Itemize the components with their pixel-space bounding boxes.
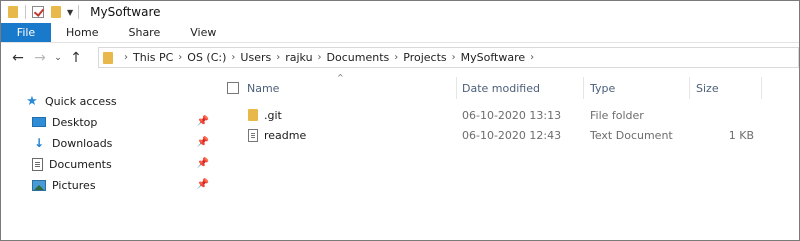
column-divider[interactable] bbox=[689, 77, 690, 99]
text-document-icon bbox=[248, 125, 258, 145]
breadcrumb-projects[interactable]: Projects bbox=[403, 51, 446, 64]
sidebar-item-pictures[interactable]: Pictures 📌 bbox=[32, 175, 215, 195]
breadcrumb-separator[interactable]: › bbox=[231, 52, 235, 63]
breadcrumb-separator[interactable]: › bbox=[530, 52, 534, 63]
sidebar-item-label: Pictures bbox=[52, 178, 96, 192]
column-divider[interactable] bbox=[456, 77, 457, 99]
tab-file[interactable]: File bbox=[1, 23, 51, 42]
column-header-name[interactable]: Name bbox=[247, 77, 447, 99]
tab-view[interactable]: View bbox=[175, 23, 231, 42]
breadcrumb-separator[interactable]: › bbox=[452, 52, 456, 63]
toolbar-divider bbox=[25, 5, 26, 19]
breadcrumb-rajku[interactable]: rajku bbox=[285, 51, 312, 64]
file-size bbox=[696, 105, 754, 125]
sidebar-item-label: Quick access bbox=[45, 94, 117, 108]
file-size: 1 KB bbox=[728, 128, 754, 142]
file-explorer-window: ▼ MySoftware File Home Share View ← → ⌄ … bbox=[0, 0, 800, 241]
breadcrumb-separator[interactable]: › bbox=[276, 52, 280, 63]
column-divider[interactable] bbox=[583, 77, 584, 99]
downloads-icon: ↓ bbox=[33, 136, 45, 150]
pictures-icon bbox=[32, 179, 46, 191]
file-type: File folder bbox=[590, 108, 644, 122]
new-folder-icon[interactable] bbox=[49, 5, 63, 19]
navigation-bar: ← → ⌄ ↑ › This PC › OS (C:) › Users › ra… bbox=[1, 45, 799, 71]
table-row[interactable]: .git 06-10-2020 13:13 File folder bbox=[216, 105, 799, 125]
address-bar[interactable]: › This PC › OS (C:) › Users › rajku › Do… bbox=[98, 47, 799, 68]
file-list: ^ Name Date modified Type Size .git 06-1… bbox=[216, 71, 799, 237]
recent-locations-chevron-icon[interactable]: ⌄ bbox=[51, 53, 65, 63]
file-date-modified: 06-10-2020 13:13 bbox=[462, 108, 562, 122]
column-header-size[interactable]: Size bbox=[696, 77, 756, 99]
sidebar-item-label: Downloads bbox=[52, 136, 113, 150]
folder-icon bbox=[248, 105, 258, 125]
table-row[interactable]: readme 06-10-2020 12:43 Text Document 1 … bbox=[216, 125, 799, 145]
properties-check-icon[interactable] bbox=[31, 5, 45, 19]
file-name[interactable]: readme bbox=[264, 125, 306, 145]
pin-icon: 📌 bbox=[196, 137, 209, 148]
up-arrow-icon[interactable]: ↑ bbox=[65, 50, 87, 66]
breadcrumb-separator: › bbox=[124, 52, 128, 63]
pin-icon: 📌 bbox=[196, 179, 209, 190]
folder-icon[interactable] bbox=[6, 5, 20, 19]
select-all-checkbox[interactable] bbox=[227, 82, 239, 94]
tab-share[interactable]: Share bbox=[113, 23, 175, 42]
breadcrumb-documents[interactable]: Documents bbox=[327, 51, 390, 64]
file-type: Text Document bbox=[590, 128, 673, 142]
column-header-row: Name Date modified Type Size bbox=[216, 77, 799, 99]
sidebar-item-documents[interactable]: Documents 📌 bbox=[32, 154, 215, 174]
address-folder-icon bbox=[103, 51, 113, 64]
title-bar: ▼ MySoftware bbox=[1, 1, 799, 23]
pin-icon: 📌 bbox=[196, 116, 209, 127]
column-header-date-modified[interactable]: Date modified bbox=[462, 77, 582, 99]
file-name[interactable]: .git bbox=[264, 105, 282, 125]
column-divider[interactable] bbox=[761, 77, 762, 99]
breadcrumb-mysoftware[interactable]: MySoftware bbox=[461, 51, 526, 64]
sidebar-item-label: Desktop bbox=[52, 115, 98, 129]
breadcrumb-separator[interactable]: › bbox=[318, 52, 322, 63]
breadcrumb-this-pc[interactable]: This PC bbox=[133, 51, 173, 64]
sidebar-item-label: Documents bbox=[49, 157, 112, 171]
sidebar-item-desktop[interactable]: Desktop 📌 bbox=[32, 112, 215, 132]
quick-access-star-icon: ★ bbox=[26, 93, 38, 109]
ribbon-tabs: File Home Share View bbox=[1, 23, 799, 43]
navigation-pane: ★ Quick access Desktop 📌 ↓ Downloads 📌 D… bbox=[1, 87, 216, 237]
breadcrumb-separator[interactable]: › bbox=[394, 52, 398, 63]
file-date-modified: 06-10-2020 12:43 bbox=[462, 128, 562, 142]
pin-icon: 📌 bbox=[196, 158, 209, 169]
customize-dropdown-icon[interactable]: ▼ bbox=[67, 8, 73, 17]
back-arrow-icon[interactable]: ← bbox=[7, 50, 29, 66]
forward-arrow-icon[interactable]: → bbox=[29, 50, 51, 66]
breadcrumb-separator[interactable]: › bbox=[178, 52, 182, 63]
documents-icon bbox=[32, 157, 43, 171]
breadcrumb-users[interactable]: Users bbox=[240, 51, 271, 64]
sidebar-item-downloads[interactable]: ↓ Downloads 📌 bbox=[32, 133, 215, 153]
tab-home[interactable]: Home bbox=[51, 23, 113, 42]
column-header-type[interactable]: Type bbox=[590, 77, 690, 99]
sidebar-item-quick-access[interactable]: ★ Quick access bbox=[25, 91, 215, 111]
title-divider bbox=[78, 5, 80, 19]
breadcrumb-os-c[interactable]: OS (C:) bbox=[187, 51, 226, 64]
window-title: MySoftware bbox=[90, 5, 161, 19]
desktop-icon bbox=[32, 117, 46, 127]
